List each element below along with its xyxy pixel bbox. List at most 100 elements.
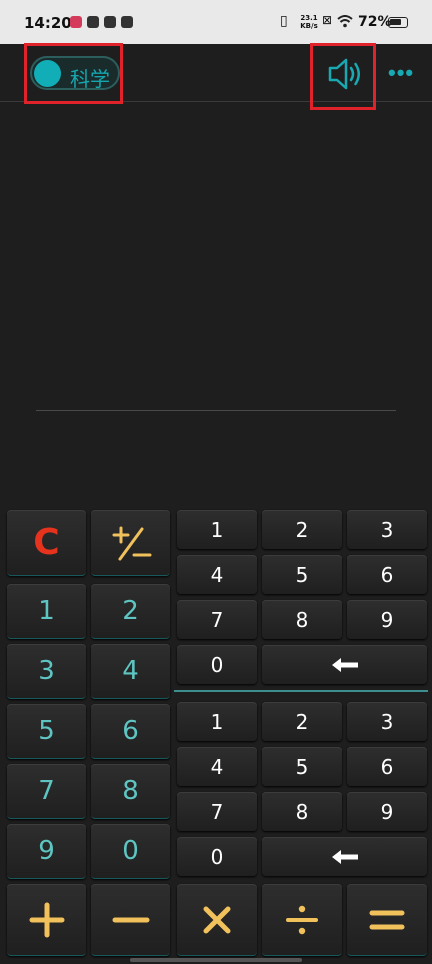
digit-label: 5: [295, 562, 309, 587]
digit-label: 1: [210, 517, 224, 542]
wifi-icon: [337, 15, 353, 28]
clear-label: C: [33, 522, 60, 563]
no-sim-icon: ⊠: [322, 13, 333, 27]
equals-icon: [369, 910, 405, 929]
upper-digit-0[interactable]: 0: [177, 645, 257, 684]
subtract-button[interactable]: [91, 884, 170, 956]
pad-divider: [174, 690, 428, 692]
lower-digit-9[interactable]: 9: [347, 792, 427, 831]
notification-app-icon: [121, 16, 133, 28]
upper-digit-6[interactable]: 6: [347, 555, 427, 594]
left-digit-9[interactable]: 9: [7, 824, 86, 879]
lower-digit-0[interactable]: 0: [177, 837, 257, 876]
more-options-icon: •••: [388, 60, 415, 85]
left-digit-8[interactable]: 8: [91, 764, 170, 819]
digit-label: 7: [210, 607, 224, 632]
digit-label: 7: [210, 799, 224, 824]
upper-digit-5[interactable]: 5: [262, 555, 342, 594]
divide-button[interactable]: [262, 884, 342, 956]
tiktok-icon: [87, 16, 99, 28]
display-area: [0, 102, 432, 502]
digit-label: 1: [210, 709, 224, 734]
lower-digit-6[interactable]: 6: [347, 747, 427, 786]
equals-button[interactable]: [347, 884, 427, 956]
digit-label: 9: [38, 836, 55, 866]
digit-label: 5: [295, 754, 309, 779]
digit-label: 6: [380, 754, 394, 779]
backspace-arrow-icon: [331, 849, 358, 864]
more-options-button[interactable]: •••: [388, 60, 418, 85]
digit-label: 4: [122, 656, 139, 686]
upper-backspace-button[interactable]: [262, 645, 427, 684]
digit-label: 3: [380, 709, 394, 734]
lower-digit-1[interactable]: 1: [177, 702, 257, 741]
upper-digit-1[interactable]: 1: [177, 510, 257, 549]
status-bar: 14:20 ▯ 23.1 KB/s ⊠ 72%: [0, 0, 432, 44]
toggle-highlight-box: [24, 43, 123, 104]
lower-backspace-button[interactable]: [262, 837, 427, 876]
lower-digit-7[interactable]: 7: [177, 792, 257, 831]
left-digit-6[interactable]: 6: [91, 704, 170, 759]
lower-digit-2[interactable]: 2: [262, 702, 342, 741]
digit-label: 0: [210, 844, 224, 869]
digit-label: 0: [210, 652, 224, 677]
left-digit-2[interactable]: 2: [91, 584, 170, 639]
left-digit-7[interactable]: 7: [7, 764, 86, 819]
divide-icon: [286, 905, 318, 934]
digit-label: 3: [380, 517, 394, 542]
backspace-arrow-icon: [331, 657, 358, 672]
sign-toggle-button[interactable]: [91, 510, 170, 576]
battery-level: [390, 19, 401, 25]
multiply-icon: [203, 906, 231, 933]
network-speed-value: 23.1: [300, 14, 318, 22]
digit-label: 2: [295, 517, 309, 542]
lower-digit-4[interactable]: 4: [177, 747, 257, 786]
sound-highlight-box: [310, 43, 376, 110]
multiply-button[interactable]: [177, 884, 257, 956]
add-button[interactable]: [7, 884, 86, 956]
network-speed: 23.1 KB/s: [300, 14, 318, 30]
lower-digit-3[interactable]: 3: [347, 702, 427, 741]
upper-digit-7[interactable]: 7: [177, 600, 257, 639]
digit-label: 4: [210, 562, 224, 587]
upper-digit-4[interactable]: 4: [177, 555, 257, 594]
digit-label: 2: [122, 596, 139, 626]
left-digit-5[interactable]: 5: [7, 704, 86, 759]
left-digit-3[interactable]: 3: [7, 644, 86, 699]
digit-label: 1: [38, 596, 55, 626]
digit-label: 8: [295, 799, 309, 824]
upper-digit-9[interactable]: 9: [347, 600, 427, 639]
digit-label: 5: [38, 716, 55, 746]
status-time: 14:20: [24, 14, 72, 32]
digit-label: 8: [122, 776, 139, 806]
digit-label: 9: [380, 799, 394, 824]
plus-minus-icon: [112, 526, 151, 560]
digit-label: 2: [295, 709, 309, 734]
lower-digit-5[interactable]: 5: [262, 747, 342, 786]
digit-label: 4: [210, 754, 224, 779]
lower-digit-8[interactable]: 8: [262, 792, 342, 831]
digit-label: 8: [295, 607, 309, 632]
notification-app-icon: [104, 16, 116, 28]
plus-icon: [29, 902, 64, 937]
digit-label: 3: [38, 656, 55, 686]
upper-digit-3[interactable]: 3: [347, 510, 427, 549]
digit-label: 6: [380, 562, 394, 587]
upper-digit-2[interactable]: 2: [262, 510, 342, 549]
left-digit-0[interactable]: 0: [91, 824, 170, 879]
digit-label: 6: [122, 716, 139, 746]
vibrate-icon: ▯: [280, 13, 288, 29]
battery-percent: 72%: [358, 14, 392, 30]
home-indicator: [130, 958, 302, 962]
digit-label: 0: [122, 836, 139, 866]
network-speed-unit: KB/s: [300, 22, 318, 30]
left-digit-4[interactable]: 4: [91, 644, 170, 699]
clear-button[interactable]: C: [7, 510, 86, 576]
left-digit-1[interactable]: 1: [7, 584, 86, 639]
upper-digit-8[interactable]: 8: [262, 600, 342, 639]
battery-icon: [388, 17, 408, 28]
digit-label: 9: [380, 607, 394, 632]
digit-label: 7: [38, 776, 55, 806]
notification-app-icon: [70, 16, 82, 28]
minus-icon: [112, 917, 149, 922]
